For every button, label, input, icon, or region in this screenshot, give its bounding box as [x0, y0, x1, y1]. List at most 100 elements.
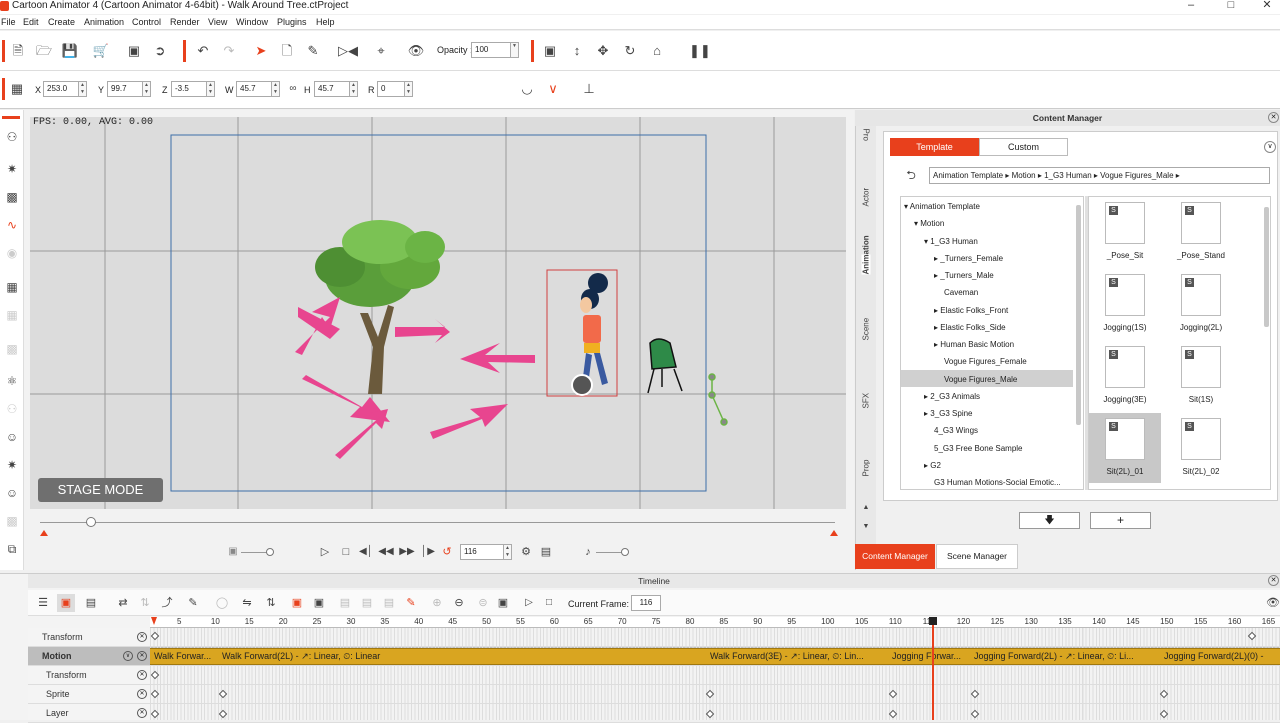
thumb-item[interactable]: S Jogging(3E) — [1089, 341, 1161, 411]
track-toggle-icon[interactable]: ✕ — [137, 632, 147, 642]
flip-icon[interactable]: ▷◀ — [338, 42, 358, 60]
create-sprite-icon[interactable]: 🗋 — [278, 42, 296, 60]
track-toggle-icon[interactable]: ✕ — [137, 708, 147, 718]
stage-mode-button[interactable]: STAGE MODE — [38, 478, 163, 502]
side-tab-animation[interactable]: Animation — [861, 235, 871, 275]
tree-item[interactable]: Caveman — [944, 288, 978, 297]
h-input[interactable]: 45.7 — [314, 81, 350, 97]
rotate-icon[interactable]: ↻ — [621, 42, 639, 60]
open-folder-icon[interactable]: 🗁 — [35, 42, 53, 60]
panel-toggle-icon[interactable]: ❚❚ — [689, 42, 711, 60]
side-tab-pro[interactable]: Pro — [862, 129, 871, 149]
tree-item[interactable]: ▸ _Turners_Male — [934, 271, 994, 280]
z-input[interactable]: -3.5 — [171, 81, 207, 97]
add-icon[interactable]: + — [1090, 512, 1151, 529]
side-tab-actor[interactable]: Actor — [862, 187, 871, 207]
pivot-icon[interactable]: ⊥ — [580, 80, 598, 98]
zoom-out-icon[interactable]: ⊖ — [450, 594, 468, 612]
motion-clip[interactable]: Walk Forwar... — [154, 651, 211, 661]
play-icon[interactable]: ▷ — [316, 543, 334, 561]
copy-icon[interactable]: ⧉ — [3, 540, 21, 558]
select-arrow-icon[interactable]: ➤ — [252, 42, 270, 60]
puppet-disabled-icon[interactable]: ⚇ — [3, 400, 21, 418]
tree-item[interactable]: ▸ _Turners_Female — [934, 254, 1003, 263]
spring-icon[interactable]: ▩ — [3, 512, 21, 530]
z-spinner[interactable]: ▲ ▼ — [207, 81, 215, 97]
tab-custom[interactable]: Custom — [979, 138, 1068, 156]
breadcrumb-item[interactable]: Animation Template — [933, 171, 1003, 180]
tree-item[interactable]: 5_G3 Free Bone Sample — [934, 444, 1023, 453]
paste-icon[interactable]: ◯ — [213, 594, 231, 612]
prev-key-icon[interactable]: ◀◀ — [377, 543, 395, 561]
break-clip-icon[interactable]: ▣ — [310, 594, 328, 612]
volume-note-icon[interactable]: ♪ — [579, 543, 597, 561]
tree-item[interactable]: ▸ 3_G3 Spine — [924, 409, 973, 418]
breadcrumb-item[interactable]: Vogue Figures_Male — [1100, 171, 1173, 180]
scroll-down-icon[interactable]: ▼ — [856, 523, 876, 530]
menu-render[interactable]: Render — [170, 17, 200, 27]
menu-animation[interactable]: Animation — [84, 17, 124, 27]
last-frame-icon[interactable]: │▶ — [419, 543, 437, 561]
time-slider-handle[interactable] — [86, 517, 96, 527]
sort-icon[interactable]: ⇅ — [262, 594, 280, 612]
side-tab-prop[interactable]: Prop — [862, 457, 871, 477]
x-spinner[interactable]: ▲ ▼ — [79, 81, 87, 97]
tab-template[interactable]: Template — [890, 138, 979, 156]
undo-icon[interactable]: ↶ — [194, 42, 212, 60]
y-input[interactable]: 99.7 — [107, 81, 143, 97]
camera-icon[interactable]: ▣ — [541, 42, 559, 60]
tree-item[interactable]: ▾ 1_G3 Human — [924, 237, 978, 246]
range-start-flag[interactable] — [151, 617, 157, 625]
transition-icon[interactable]: ⇅ — [136, 594, 154, 612]
bone-icon[interactable]: ✷ — [3, 456, 21, 474]
scroll-up-icon[interactable]: ▲ — [856, 504, 876, 511]
minimize-icon[interactable]: – — [1180, 0, 1202, 12]
current-frame-input[interactable]: 116 — [631, 595, 661, 611]
scene-manager-button[interactable]: Scene Manager — [936, 544, 1018, 569]
zoom-in-icon[interactable]: ⊕ — [428, 594, 446, 612]
new-file-icon[interactable]: 🗎 — [9, 42, 27, 60]
flip-key-icon[interactable]: ⇄ — [114, 594, 132, 612]
stop-icon[interactable]: □ — [337, 543, 355, 561]
clone-icon[interactable]: ▩ — [3, 340, 21, 358]
head-icon[interactable]: ☺ — [3, 428, 21, 446]
w-spinner[interactable]: ▲ ▼ — [272, 81, 280, 97]
save-icon[interactable]: 💾 — [61, 42, 79, 60]
loop-icon[interactable]: ↺ — [438, 543, 456, 561]
marketplace-cart-icon[interactable]: 🛒 — [92, 42, 110, 60]
thumb-item[interactable]: S Jogging(2L) — [1165, 269, 1237, 339]
thumb-item[interactable]: S Sit(1S) — [1165, 341, 1237, 411]
zoom-reset-icon[interactable]: ⊜ — [474, 594, 492, 612]
grid-tool-icon[interactable]: ▦ — [3, 278, 21, 296]
preview-icon[interactable]: ▣ — [125, 42, 143, 60]
menu-plugins[interactable]: Plugins — [277, 17, 307, 27]
face-icon[interactable]: ◉ — [3, 244, 21, 262]
thumb-item[interactable]: S Jogging(1S) — [1089, 269, 1161, 339]
frame-input[interactable]: 116 — [460, 544, 504, 560]
menu-control[interactable]: Control — [132, 17, 161, 27]
maximize-icon[interactable]: □ — [1220, 0, 1242, 12]
menu-view[interactable]: View — [208, 17, 227, 27]
opacity-dropdown[interactable]: ▼ — [511, 42, 519, 58]
timeline-play-icon[interactable]: ▷ — [520, 594, 538, 612]
sprite-icon[interactable]: ▩ — [3, 188, 21, 206]
audio-icon[interactable]: ∿ — [3, 216, 21, 234]
thumb-item-selected[interactable]: S Sit(2L)_01 — [1089, 413, 1161, 483]
timeline-stop-icon[interactable]: □ — [540, 594, 558, 612]
panel-close-icon[interactable]: ✕ — [1268, 112, 1279, 123]
curve-icon[interactable]: ⤴ — [158, 594, 176, 612]
tree-item-selected[interactable]: Vogue Figures_Male — [944, 375, 1017, 384]
track-expand-icon[interactable]: ∨ — [123, 651, 133, 661]
breadcrumb-item[interactable]: Motion — [1012, 171, 1036, 180]
track-toggle-icon[interactable]: ✕ — [137, 651, 147, 661]
bend-tool-icon[interactable]: ∨ — [544, 80, 562, 98]
tree-item[interactable]: ▸ Elastic Folks_Front — [934, 306, 1008, 315]
tree-item[interactable]: ▾ Animation Template — [904, 202, 980, 211]
track-toggle-icon[interactable]: ✕ — [137, 670, 147, 680]
tree-item[interactable]: ▸ Human Basic Motion — [934, 340, 1014, 349]
export-icon[interactable]: ➲ — [151, 42, 169, 60]
r-spinner[interactable]: ▲ ▼ — [405, 81, 413, 97]
range-start-marker[interactable] — [40, 530, 48, 536]
opacity-input[interactable]: 100 — [471, 42, 511, 58]
thumb-item[interactable]: S _Pose_Sit — [1089, 197, 1161, 267]
